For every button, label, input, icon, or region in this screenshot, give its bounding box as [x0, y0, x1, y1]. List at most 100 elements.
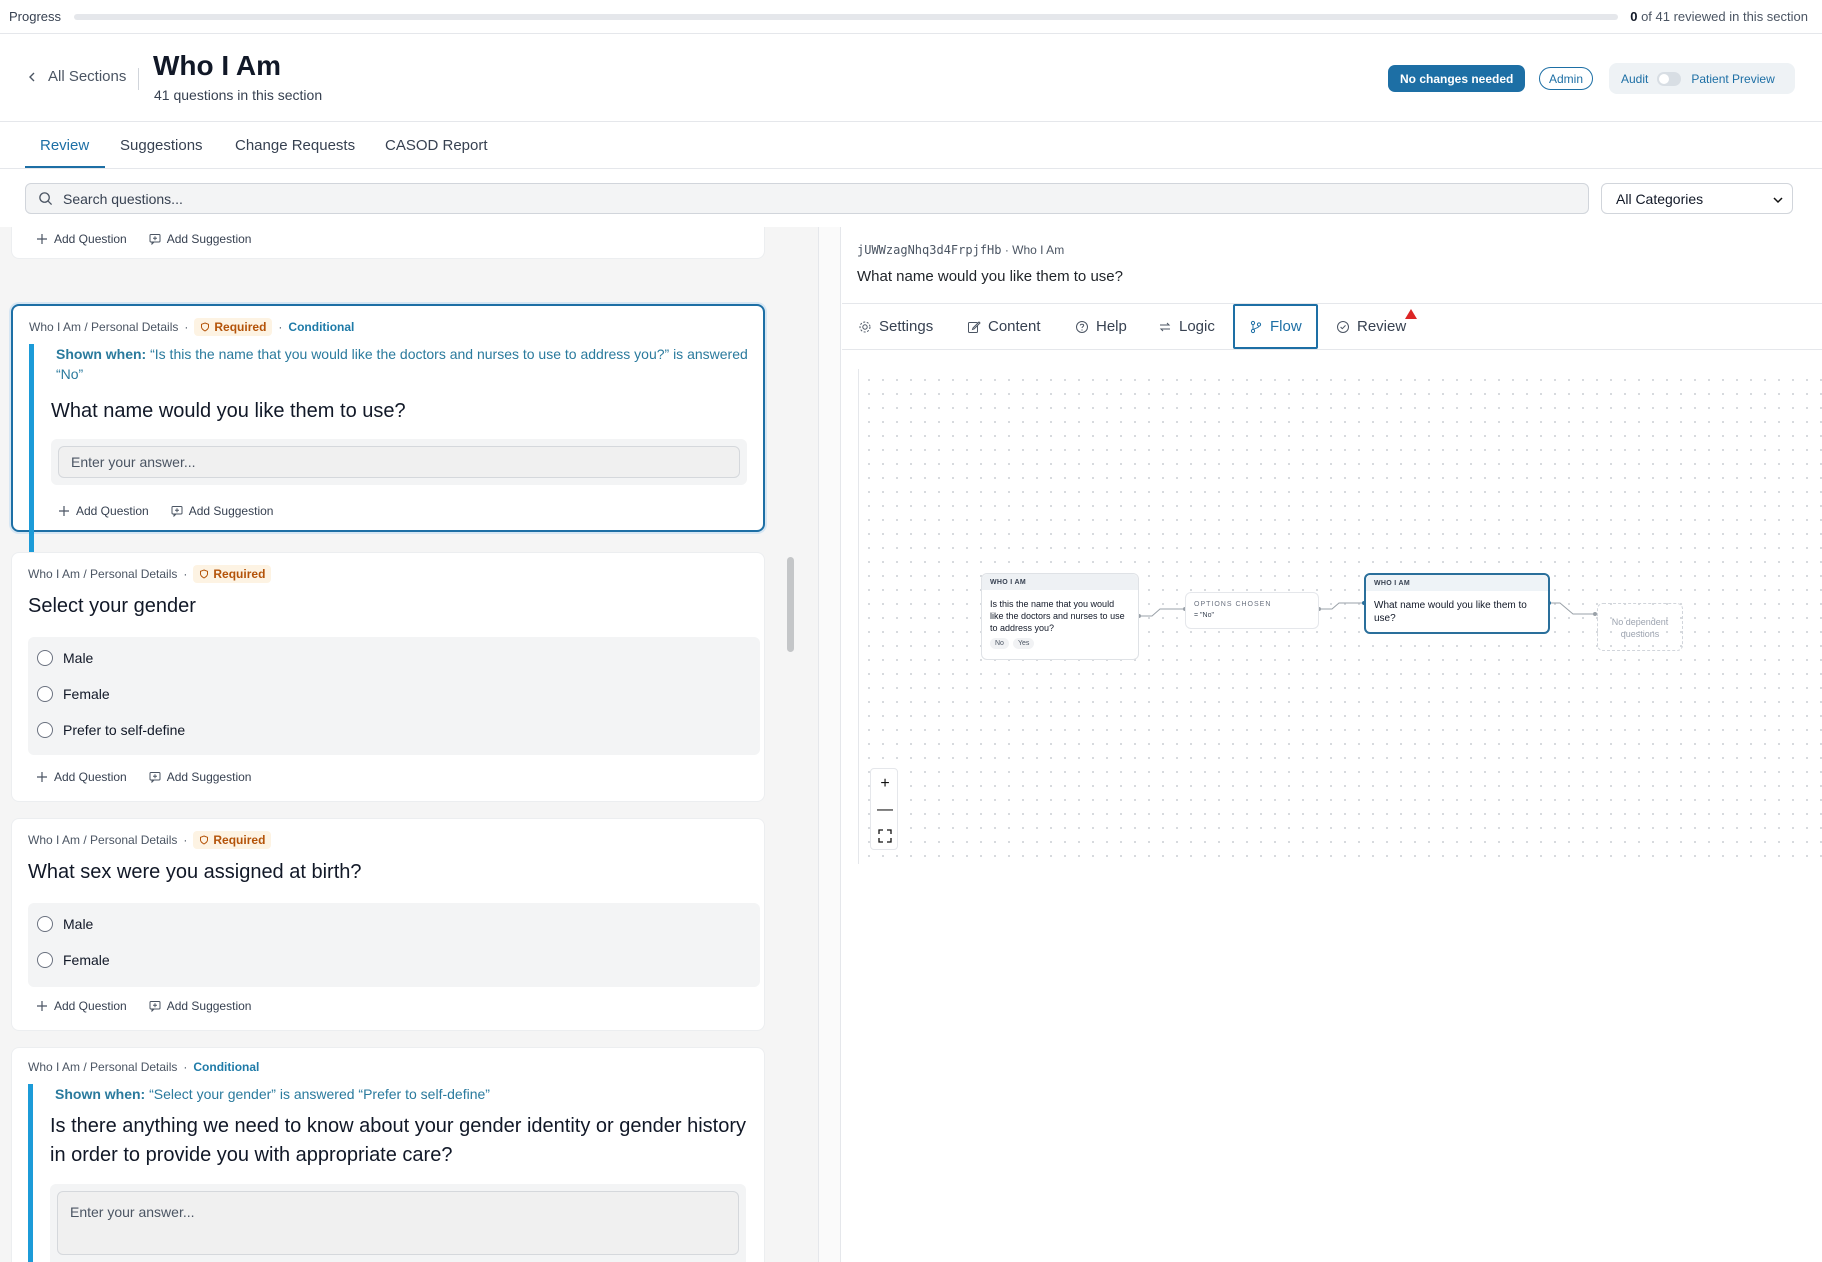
question-card[interactable]: Who I Am / Personal Details · Required Wh…	[11, 818, 765, 1031]
message-plus-icon	[171, 506, 183, 517]
radio-option[interactable]: Male	[37, 650, 93, 666]
flow-node-current[interactable]: WHO I AM What name would you like them t…	[1364, 573, 1550, 634]
required-badge: Required	[193, 831, 272, 849]
header-divider	[138, 68, 139, 90]
radio-option[interactable]: Prefer to self-define	[37, 722, 185, 738]
required-label: Required	[214, 320, 267, 334]
audit-mode-label[interactable]: Audit	[1621, 72, 1648, 86]
back-to-sections-link[interactable]: All Sections	[26, 68, 126, 85]
active-tab-indicator	[25, 166, 105, 168]
no-dependents-text: No dependent questions	[1611, 617, 1669, 639]
tab-review[interactable]: Review	[40, 137, 89, 154]
question-card: Add Question Add Suggestion	[11, 227, 765, 259]
plus-icon	[37, 234, 47, 244]
radio-option[interactable]: Male	[37, 916, 93, 932]
flow-condition-node[interactable]: OPTIONS CHOSEN = "No"	[1185, 592, 1319, 629]
panel-resize-gutter[interactable]	[819, 227, 841, 1262]
fit-view-button[interactable]	[871, 823, 899, 849]
question-card[interactable]: Who I Am / Personal Details · Required Se…	[11, 552, 765, 802]
card-actions: Add Question Add Suggestion	[36, 232, 251, 246]
mode-switch[interactable]	[1657, 71, 1682, 86]
scrollbar-thumb[interactable]	[787, 557, 794, 652]
add-suggestion-button[interactable]: Add Suggestion	[171, 504, 274, 518]
zoom-in-button[interactable]: +	[871, 771, 899, 797]
shield-icon	[200, 835, 209, 845]
admin-badge[interactable]: Admin	[1539, 67, 1594, 90]
add-question-button[interactable]: Add Question	[36, 232, 127, 246]
add-suggestion-button[interactable]: Add Suggestion	[149, 232, 251, 246]
patient-preview-label[interactable]: Patient Preview	[1691, 72, 1774, 86]
option-label: Female	[63, 952, 110, 968]
card-actions: Add Question Add Suggestion	[36, 999, 251, 1013]
no-changes-needed-button[interactable]: No changes needed	[1388, 65, 1526, 92]
required-badge: Required	[194, 318, 273, 336]
option-chip: Yes	[1012, 638, 1035, 649]
shown-when-text: Shown when: “Select your gender” is answ…	[55, 1084, 748, 1104]
tab-change-requests[interactable]: Change Requests	[235, 137, 355, 154]
plus-icon	[37, 1001, 47, 1011]
question-path: Who I Am / Personal Details	[28, 567, 178, 581]
add-suggestion-button[interactable]: Add Suggestion	[149, 770, 251, 784]
meta-separator: ·	[183, 833, 188, 847]
tab-casod-report[interactable]: CASOD Report	[385, 137, 488, 154]
conditional-label: Conditional	[193, 1060, 260, 1074]
question-title: What name would you like them to use?	[51, 400, 406, 422]
meta-separator: ·	[278, 320, 283, 334]
text-answer-input[interactable]: Enter your answer...	[58, 446, 740, 478]
text-answer-textarea[interactable]: Enter your answer...	[57, 1191, 739, 1255]
flow-node-text: What name would you like them to use?	[1374, 600, 1527, 624]
add-question-button[interactable]: Add Question	[58, 504, 149, 518]
add-suggestion-label: Add Suggestion	[166, 999, 252, 1013]
required-label: Required	[213, 567, 266, 581]
option-label: Female	[63, 686, 110, 702]
radio-option[interactable]: Female	[37, 686, 110, 702]
radio-button[interactable]	[37, 722, 53, 738]
zoom-controls: + —	[870, 768, 898, 850]
option-label: Male	[63, 650, 94, 666]
category-select[interactable]: All Categories	[1601, 183, 1793, 214]
radio-button[interactable]	[37, 650, 53, 666]
radio-button[interactable]	[37, 952, 53, 968]
question-detail-panel: jUWWzagNhq3d4FrpjfHb · Who I Am What nam…	[842, 227, 1822, 1262]
add-question-button[interactable]: Add Question	[36, 770, 127, 784]
tab-suggestions[interactable]: Suggestions	[120, 137, 203, 154]
option-label: Male	[63, 916, 94, 932]
main-tabs: Review Suggestions Change Requests CASOD…	[0, 123, 1822, 169]
search-icon	[39, 192, 53, 206]
flow-node-source[interactable]: WHO I AM Is this the name that you would…	[981, 573, 1139, 660]
option-label: Prefer to self-define	[63, 722, 186, 738]
shield-icon	[201, 322, 210, 332]
search-bar	[25, 183, 1589, 214]
search-input[interactable]	[63, 190, 1463, 207]
question-card-selected[interactable]: Who I Am / Personal Details · Required · C…	[11, 304, 765, 560]
progress-track	[74, 14, 1618, 20]
plus-icon	[37, 772, 47, 782]
flow-node-chips: No Yes	[982, 634, 1138, 653]
page-title: Who I Am	[153, 50, 282, 81]
conditional-label: Conditional	[288, 320, 355, 334]
zoom-out-button[interactable]: —	[871, 797, 899, 823]
question-meta: Who I Am / Personal Details · Required	[28, 831, 272, 849]
question-meta: Who I Am / Personal Details · Conditional	[28, 1060, 259, 1074]
add-question-label: Add Question	[54, 232, 127, 246]
shown-when-label: Shown when:	[55, 1086, 146, 1102]
message-plus-icon	[149, 1001, 161, 1012]
question-card[interactable]: Who I Am / Personal Details · Conditional…	[11, 1047, 765, 1262]
add-suggestion-label: Add Suggestion	[188, 504, 274, 518]
shown-when-condition: “Select your gender” is answered “Prefer…	[145, 1086, 490, 1102]
flow-empty-node: No dependent questions	[1597, 603, 1683, 651]
flow-node-text: Is this the name that you would like the…	[990, 599, 1125, 633]
question-path: Who I Am / Personal Details	[29, 320, 179, 334]
question-list: Add Question Add Suggestion Who I Am / P…	[0, 227, 818, 1262]
question-title: Is there anything we need to know about …	[50, 1115, 746, 1166]
radio-button[interactable]	[37, 916, 53, 932]
answer-area	[28, 903, 760, 987]
radio-option[interactable]: Female	[37, 952, 110, 968]
message-plus-icon	[149, 234, 161, 245]
shield-icon	[200, 569, 209, 579]
progress-summary: 0 of 41 reviewed in this section	[1630, 9, 1808, 24]
add-suggestion-button[interactable]: Add Suggestion	[149, 999, 252, 1013]
add-question-button[interactable]: Add Question	[36, 999, 127, 1013]
radio-button[interactable]	[37, 686, 53, 702]
add-question-label: Add Question	[76, 504, 149, 518]
